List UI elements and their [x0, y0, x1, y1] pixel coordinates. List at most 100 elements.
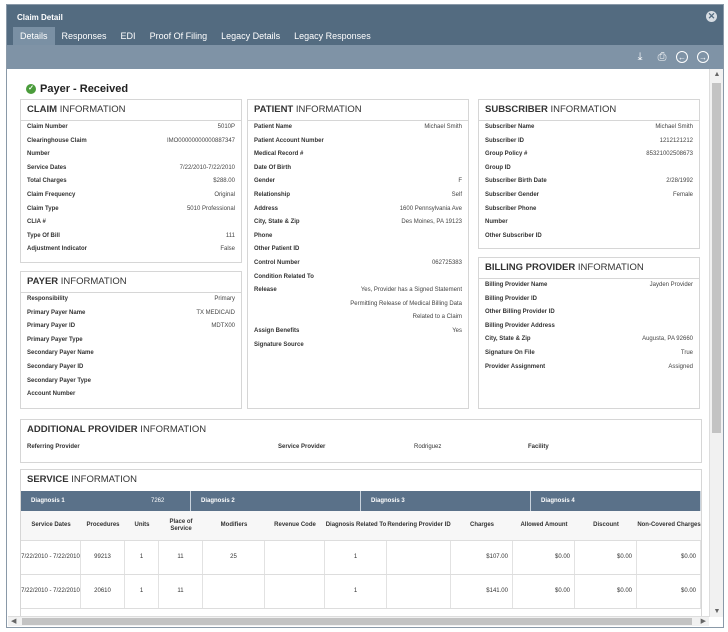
field-value: 062725383: [431, 259, 462, 266]
scroll-right-icon[interactable]: ▶: [701, 617, 706, 625]
table-cell: 99213: [81, 541, 125, 574]
field-value: F: [458, 178, 462, 185]
info-row: Release Yes, Provider has a Signed Statem…: [248, 287, 468, 301]
tab-bar: Details Responses EDI Proof Of Filing Le…: [7, 27, 723, 45]
scroll-down-icon[interactable]: ▼: [710, 608, 724, 615]
column-header: Discount: [593, 522, 619, 528]
field-label: Claim Number: [27, 124, 68, 130]
payer-information-panel: PAYER INFORMATION Responsibility Primary P…: [20, 271, 242, 409]
download-icon[interactable]: ⤓: [633, 50, 647, 64]
patient-information-panel: PATIENT INFORMATION Patient Name Michael …: [247, 99, 469, 409]
table-cell: $0.00: [637, 575, 701, 608]
table-cell: 25: [203, 541, 265, 574]
field-value: IMO00000000000887347: [166, 137, 235, 144]
info-row: Medical Record #: [248, 151, 468, 165]
field-label: City, State & Zip: [254, 219, 300, 226]
info-row: Subscriber Phone: [479, 206, 699, 220]
tab-legacy-details[interactable]: Legacy Details: [214, 27, 287, 45]
forward-arrow-icon[interactable]: →: [697, 51, 709, 63]
panel-title: ADDITIONAL PROVIDER INFORMATION: [27, 424, 207, 435]
vertical-scrollbar[interactable]: ▲ ▼: [709, 69, 723, 617]
field-label: Billing Provider Name: [485, 282, 548, 288]
field-value: Female: [672, 191, 693, 198]
field-label: Group Policy #: [485, 151, 528, 158]
info-row: Primary Payer ID MDTX00: [21, 323, 241, 337]
diagnosis-cell: Diagnosis 4: [531, 491, 701, 511]
service-information-panel: SERVICE INFORMATION Diagnosis 1 7262 Diagn…: [20, 469, 702, 617]
diagnosis-value: 7262: [151, 498, 165, 504]
info-row: Phone: [248, 233, 468, 247]
table-cell: 11: [159, 541, 203, 574]
table-cell: 1: [125, 575, 159, 608]
info-row: Type Of Bill 111: [21, 233, 241, 247]
info-row: Subscriber ID 1212121212: [479, 138, 699, 152]
info-row: Secondary Payer Type: [21, 378, 241, 392]
info-row: Signature On File True: [479, 350, 699, 364]
info-row: Secondary Payer Name: [21, 350, 241, 364]
column-header: Modifiers: [220, 522, 248, 528]
tab-edi[interactable]: EDI: [114, 27, 143, 45]
info-row: CLIA #: [21, 219, 241, 233]
title-bar: Claim Detail ✕: [7, 5, 723, 27]
field-label: Secondary Payer Name: [27, 350, 94, 357]
info-row: Provider Assignment Assigned: [479, 364, 699, 378]
field-label: Signature On File: [485, 349, 535, 356]
panel-title: SUBSCRIBER INFORMATION: [479, 100, 699, 121]
field-value: Original: [214, 191, 235, 198]
field-label: Other Subscriber ID: [485, 232, 542, 239]
field-value: $288.00: [213, 178, 235, 185]
field-value: Self: [451, 191, 462, 198]
tab-responses[interactable]: Responses: [55, 27, 114, 45]
info-row: Subscriber Gender Female: [479, 192, 699, 206]
field-value: 111: [225, 232, 235, 239]
info-row: Number: [479, 219, 699, 233]
diagnosis-label: Diagnosis 1: [31, 498, 65, 504]
field-label: City, State & Zip: [485, 336, 531, 343]
table-cell: $0.00: [575, 541, 637, 574]
info-row: Other Patient ID: [248, 246, 468, 260]
info-row: Other Subscriber ID: [479, 233, 699, 247]
info-row: Account Number: [21, 391, 241, 405]
table-cell: 7/22/2010 - 7/22/2010: [21, 575, 81, 608]
horizontal-scroll-thumb[interactable]: [22, 618, 692, 625]
table-row: 7/22/2010 - 7/22/2010 99213 1 11 25 1 $107.00 $…: [21, 541, 701, 575]
info-row: City, State & Zip Des Moines, PA 19123: [248, 219, 468, 233]
field-label: Billing Provider ID: [485, 295, 538, 302]
field-label: Subscriber Phone: [485, 205, 537, 212]
field-value: Primary: [214, 296, 235, 302]
table-cell: [387, 575, 451, 608]
field-value: 2/28/1992: [666, 178, 693, 185]
field-label: Number: [27, 151, 50, 158]
tab-details[interactable]: Details: [13, 27, 55, 45]
field-value: Related to a Claim: [412, 314, 462, 321]
field-value: Augusta, PA 92660: [642, 336, 693, 343]
diagnosis-bar: Diagnosis 1 7262 Diagnosis 2 Diagnosis 3 Dia…: [21, 491, 701, 511]
info-row: Billing Provider ID: [479, 296, 699, 310]
field-value: Des Moines, PA 19123: [401, 219, 462, 226]
details-content: ✓ Payer - Received CLAIM INFORMATION Cla…: [8, 69, 708, 617]
table-cell: $0.00: [637, 541, 701, 574]
horizontal-scrollbar[interactable]: ◀ ▶: [8, 616, 709, 626]
column-header: Revenue Code: [274, 522, 316, 528]
info-row: Permitting Release of Medical Billing Da…: [248, 301, 468, 315]
field-value: Michael Smith: [424, 124, 462, 130]
table-cell: [265, 575, 325, 608]
info-row: Adjustment Indicator False: [21, 246, 241, 260]
table-cell: 1: [125, 541, 159, 574]
close-icon[interactable]: ✕: [706, 11, 717, 22]
tab-legacy-responses[interactable]: Legacy Responses: [287, 27, 378, 45]
scroll-up-icon[interactable]: ▲: [710, 71, 724, 78]
back-arrow-icon[interactable]: ←: [676, 51, 688, 63]
field-value: Permitting Release of Medical Billing Da…: [350, 300, 462, 307]
tab-proof-of-filing[interactable]: Proof Of Filing: [143, 27, 215, 45]
vertical-scroll-thumb[interactable]: [712, 83, 721, 433]
field-label: CLIA #: [27, 219, 46, 226]
print-icon[interactable]: ⎙: [655, 50, 669, 64]
field-value: True: [680, 349, 693, 356]
info-row: Other Billing Provider ID: [479, 309, 699, 323]
table-cell: $0.00: [513, 541, 575, 574]
field-label: Claim Type: [27, 205, 59, 212]
scroll-left-icon[interactable]: ◀: [11, 617, 16, 625]
status-text: Payer - Received: [40, 83, 129, 95]
info-row: Billing Provider Name Jayden Provider: [479, 282, 699, 296]
